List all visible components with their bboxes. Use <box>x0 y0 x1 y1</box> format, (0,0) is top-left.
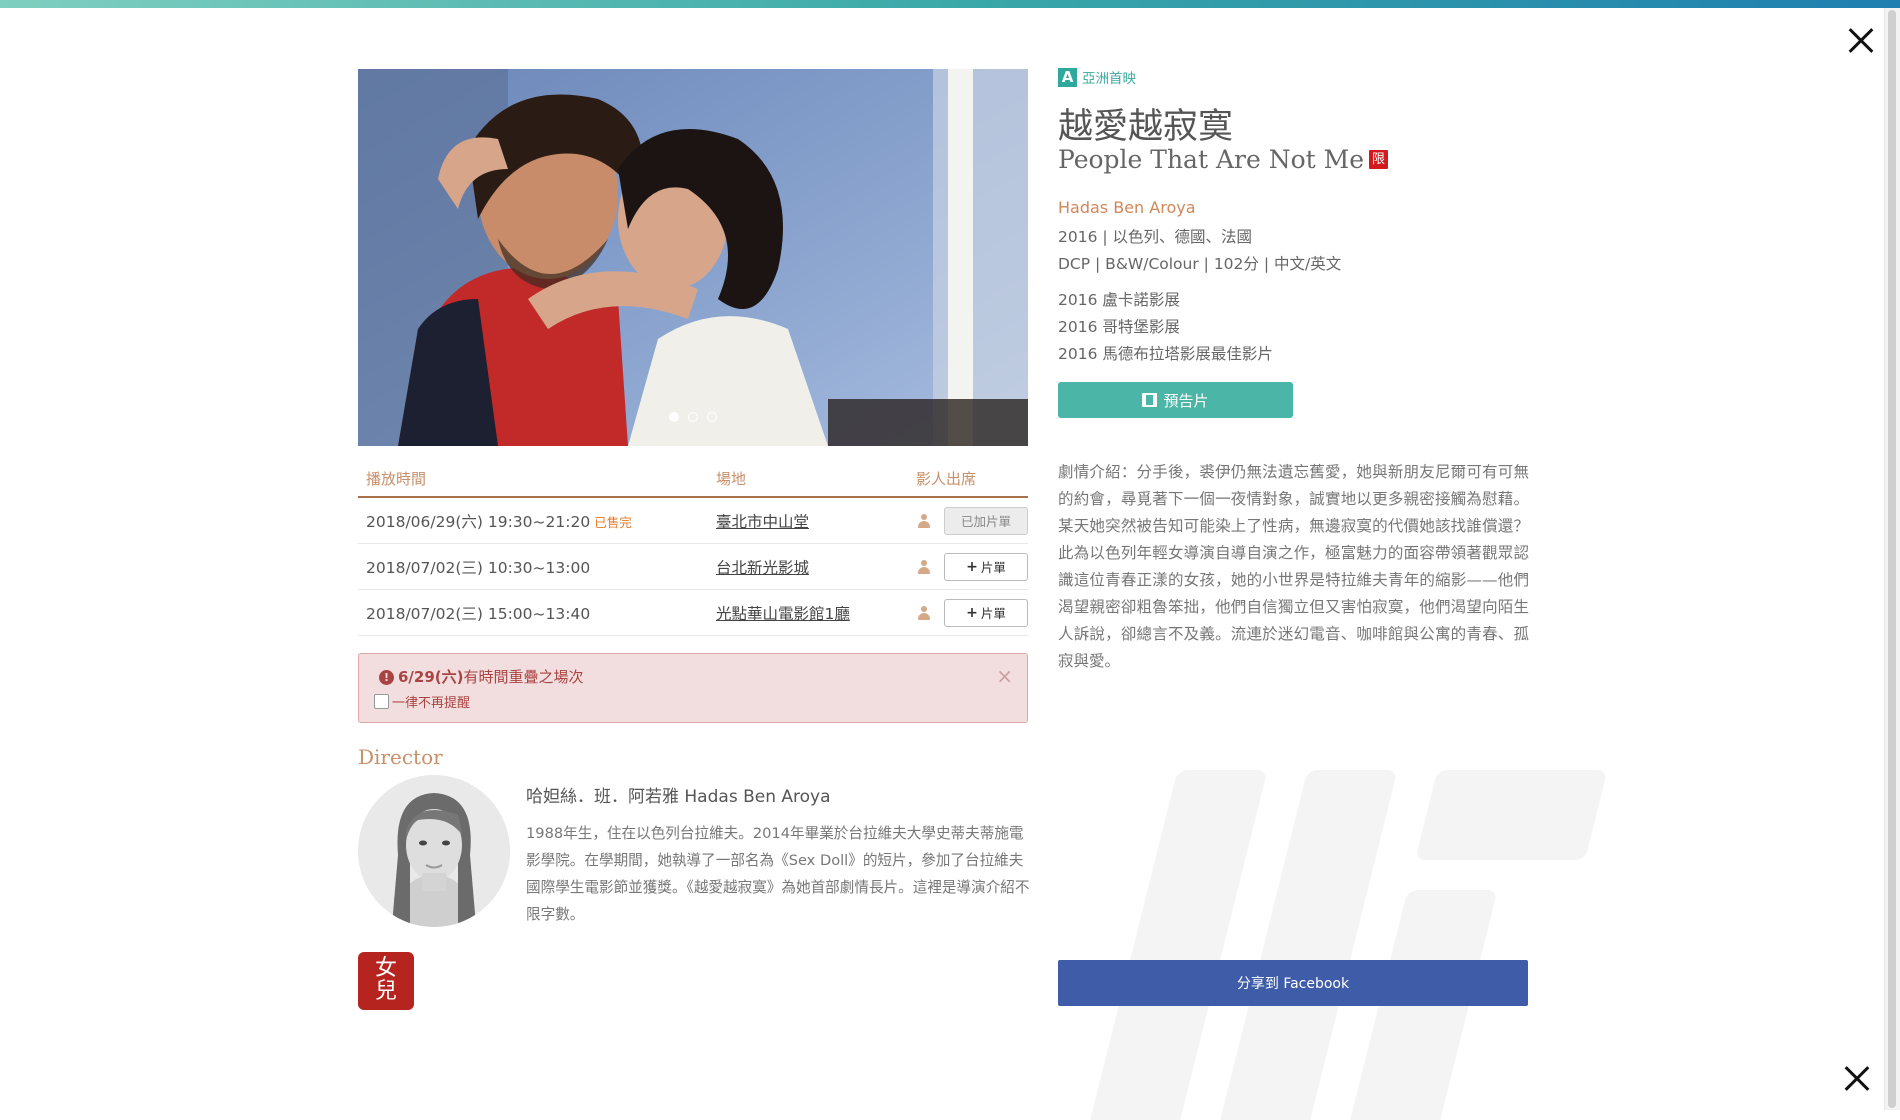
carousel-dot-2[interactable] <box>688 412 698 422</box>
film-format: DCP | B&W/Colour | 102分 | 中文/英文 <box>1058 255 1342 273</box>
premiere-label: A 亞洲首映 <box>1058 67 1136 87</box>
alert-text: 有時間重疊之場次 <box>463 668 584 686</box>
person-icon <box>918 559 930 574</box>
alert-date: 6/29(六) <box>398 668 464 686</box>
add-to-list-button[interactable]: + 片單 <box>944 598 1028 627</box>
carousel-indicators <box>358 407 1028 426</box>
film-year-country: 2016 | 以色列、德國、法國 <box>1058 228 1253 246</box>
close-icon[interactable] <box>1841 21 1881 61</box>
add-to-list-label: 片單 <box>980 560 1006 575</box>
film-icon <box>1142 393 1158 407</box>
director-bio: 1988年生，住在以色列台拉維夫。2014年畢業於台拉維夫大學史蒂夫蒂施電影學院… <box>526 825 1030 923</box>
alert-message: ! 6/29(六)有時間重疊之場次 <box>379 666 584 687</box>
checkbox-box[interactable] <box>374 694 389 709</box>
film-director: Hadas Ben Aroya <box>1058 198 1196 217</box>
watermark-logo <box>1089 770 1606 1120</box>
checkbox-label: 一律不再提醒 <box>392 696 471 711</box>
film-still-image <box>358 69 1028 446</box>
screening-time: 2018/07/02(三) 10:30~13:00 <box>366 558 591 577</box>
venue-link[interactable]: 臺北市中山堂 <box>716 513 809 531</box>
trailer-button[interactable]: 預告片 <box>1058 382 1293 418</box>
close-icon-bottom[interactable] <box>1837 1059 1877 1099</box>
film-title-zh: 越愛越寂寞 <box>1058 107 1234 147</box>
schedule-row: 2018/06/29(六) 19:30~21:20 已售完 臺北市中山堂 已加片單 <box>358 498 1028 544</box>
venue-link[interactable]: 台北新光影城 <box>716 559 809 577</box>
schedule-row: 2018/07/02(三) 15:00~13:40 光點華山電影館1廳 + 片單 <box>358 590 1028 636</box>
sold-out-badge: 已售完 <box>594 514 632 530</box>
director-name: 哈妲絲．班．阿若雅 Hadas Ben Aroya <box>526 787 831 807</box>
carousel-dot-1[interactable] <box>668 412 679 422</box>
film-title-en: People That Are Not Me 限 <box>1058 145 1389 174</box>
share-facebook-button[interactable]: 分享到 Facebook <box>1058 960 1528 1006</box>
person-icon <box>918 513 930 528</box>
trailer-label: 預告片 <box>1163 391 1209 410</box>
top-accent-bar <box>0 0 1900 8</box>
header-time: 播放時間 <box>366 469 427 488</box>
plus-icon: + <box>966 558 978 575</box>
plus-icon: + <box>966 604 978 621</box>
added-to-list-button[interactable]: 已加片單 <box>944 506 1028 535</box>
festival-item: 2016 哥特堡影展 <box>1058 318 1180 336</box>
director-avatar <box>358 775 510 927</box>
schedule-row: 2018/07/02(三) 10:30~13:00 台北新光影城 + 片單 <box>358 544 1028 590</box>
film-title-en-text: People That Are Not Me <box>1058 145 1365 174</box>
premiere-text: 亞洲首映 <box>1082 71 1136 87</box>
schedule-header: 播放時間 場地 影人出席 <box>358 460 1028 498</box>
carousel-dot-3[interactable] <box>707 412 718 422</box>
festival-item: 2016 馬德布拉塔影展最佳影片 <box>1058 345 1273 363</box>
scrollbar-thumb[interactable] <box>1888 10 1896 1108</box>
festival-seal-logo: 女兒 <box>358 952 414 1010</box>
film-synopsis: 劇情介紹：分手後，裘伊仍無法遺忘舊愛，她與新朋友尼爾可有可無的約會，尋覓著下一個… <box>1058 463 1529 670</box>
schedule-table: 播放時間 場地 影人出席 2018/06/29(六) 19:30~21:20 已售… <box>358 460 1028 636</box>
add-to-list-button[interactable]: + 片單 <box>944 552 1028 581</box>
director-photo <box>358 775 510 927</box>
director-heading: Director <box>358 745 443 769</box>
add-to-list-label: 片單 <box>980 606 1006 621</box>
venue-link[interactable]: 光點華山電影館1廳 <box>716 605 850 623</box>
alert-close-icon[interactable]: × <box>996 664 1013 688</box>
screening-time: 2018/07/02(三) 15:00~13:40 <box>366 604 591 623</box>
dont-remind-checkbox[interactable]: 一律不再提醒 <box>374 692 470 711</box>
overlap-alert: ! 6/29(六)有時間重疊之場次 一律不再提醒 × <box>358 653 1028 723</box>
restricted-rating-badge: 限 <box>1369 150 1389 169</box>
festival-item: 2016 盧卡諾影展 <box>1058 291 1180 309</box>
screening-time: 2018/06/29(六) 19:30~21:20 <box>366 512 591 531</box>
header-guest: 影人出席 <box>916 469 977 488</box>
vertical-scrollbar[interactable] <box>1884 8 1900 1110</box>
exclamation-circle-icon: ! <box>379 670 394 685</box>
person-icon <box>918 605 930 620</box>
premiere-badge: A <box>1058 67 1077 87</box>
header-venue: 場地 <box>716 469 747 488</box>
film-still-carousel[interactable] <box>358 69 1028 446</box>
